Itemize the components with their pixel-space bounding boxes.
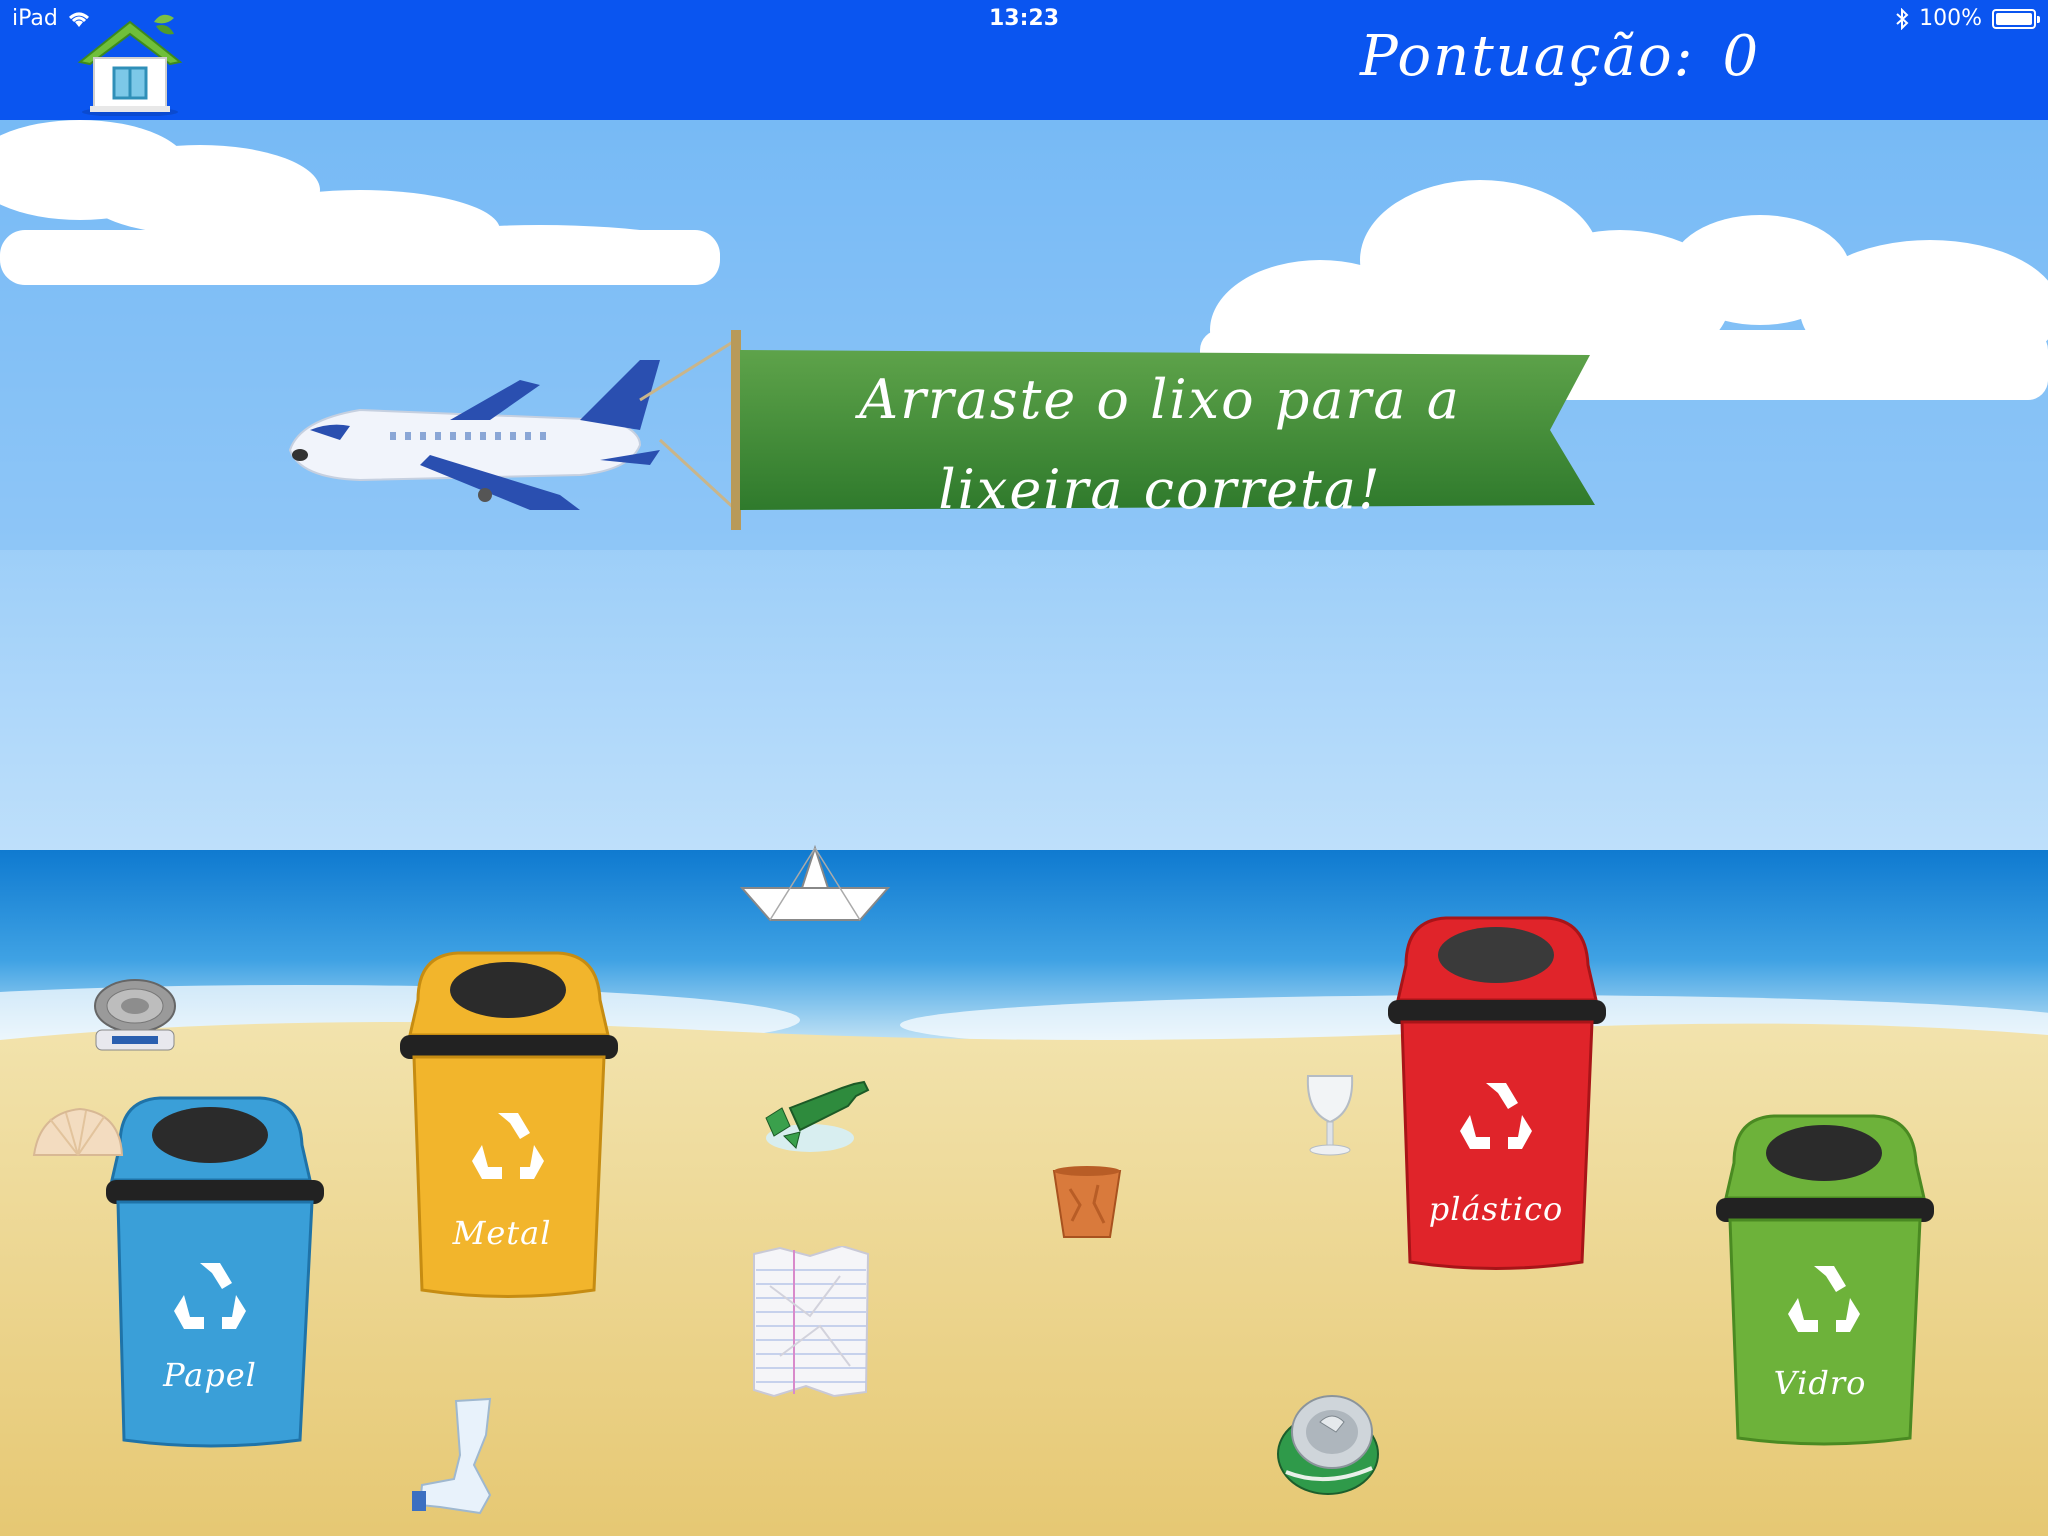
bluetooth-icon [1896, 7, 1909, 30]
instruction-banner: Arraste o lixo para a lixeira correta! [770, 355, 1550, 535]
banner-line-2: lixeira correta! [938, 458, 1382, 521]
score-display: Pontuação: 0 [1360, 24, 1760, 89]
soda-can[interactable] [1276, 1392, 1382, 1496]
wine-glass[interactable] [1302, 1072, 1358, 1156]
score-label: Pontuação: [1360, 24, 1695, 89]
house-icon[interactable] [70, 12, 190, 116]
plastic-cup[interactable] [1050, 1165, 1124, 1243]
bin-label-metal: Metal [452, 1214, 552, 1252]
banner-line-1: Arraste o lixo para a [859, 368, 1461, 431]
bin-label-plastico: plástico [1428, 1190, 1564, 1228]
status-bar-right: 100% [1895, 6, 2040, 31]
bin-metal[interactable] [398, 945, 620, 1310]
plastic-bottle[interactable] [410, 1395, 496, 1517]
tuna-can[interactable] [92, 978, 178, 1056]
shell[interactable] [30, 1105, 126, 1163]
bin-label-papel: Papel [163, 1356, 257, 1394]
battery-percent: 100% [1919, 6, 1982, 31]
bin-papel[interactable] [100, 1090, 330, 1460]
top-bar: iPad 13:23 100% Pontuação: 0 [0, 0, 2048, 120]
bin-label-vidro: Vidro [1773, 1364, 1867, 1402]
crumpled-paper[interactable] [750, 1246, 872, 1398]
score-value: 0 [1722, 24, 1761, 89]
battery-icon [1992, 8, 2040, 29]
broken-bottle[interactable] [760, 1078, 872, 1156]
